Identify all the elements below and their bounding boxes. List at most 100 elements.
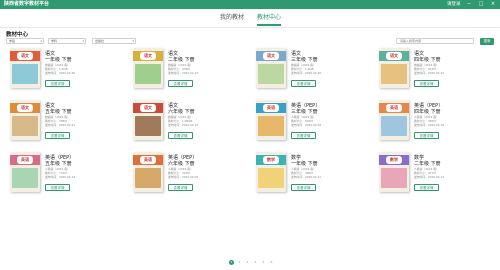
textbook-cover[interactable]: 数学 [256,152,286,192]
textbook-card[interactable]: 语文 语文 五年级 下册 统编版（2019 版） 教材大小：758M 发布时间：2020.… [5,100,125,144]
textbook-cover[interactable]: 语文 [10,100,40,140]
cover-title: 数学 [263,156,279,164]
textbook-date: 发布时间：2020.02.09 [168,175,198,179]
page-1[interactable]: 1 [229,260,234,265]
textbook-date: 发布时间：2020.02.26 [45,71,75,75]
view-details-button[interactable]: 查看详情 [168,80,193,87]
page-6[interactable]: 6 [269,260,274,265]
textbook-date: 发布时间：2020.02.22 [414,71,444,75]
page-title: 教材中心 [6,32,29,38]
textbook-info: 数学 一年级 下册 人教版（2019 版） 教材大小：460M 发布时间：2020.02… [291,155,371,179]
minimize-icon[interactable]: − [466,0,472,9]
textbook-info: 语文 三年级 下册 统编版（2019 版） 教材大小：1.6GB 发布时间：2020.0… [291,51,371,75]
tab-my-textbooks[interactable]: 我的教材 [220,13,244,23]
cover-title: 语文 [17,104,33,112]
page-4[interactable]: 4 [253,260,258,265]
view-details-button[interactable]: 查看详情 [414,80,439,87]
textbook-card[interactable]: 语文 语文 六年级 下册 统编版（2019 版） 教材大小：1.08GB 发布时间：202… [128,100,248,144]
cover-illustration [258,64,284,84]
app-title: 陕西省数字教材平台 [4,1,50,7]
textbook-grid: 语文 语文 一年级 下册 统编版（2019 版） 教材大小：1.3GB 发布时间：2020… [0,48,500,248]
textbook-info: 语文 一年级 下册 统编版（2019 版） 教材大小：1.3GB 发布时间：2020.0… [45,51,125,75]
view-details-button[interactable]: 查看详情 [291,80,316,87]
login-link[interactable]: 请登录 [447,0,461,9]
textbook-cover[interactable]: 英语 [133,152,163,192]
textbook-card[interactable]: 语文 语文 四年级 下册 统编版（2019 版） 教材大小：915M 发布时间：2020.… [374,48,494,92]
view-details-button[interactable]: 查看详情 [45,184,70,191]
cover-title: 语文 [140,104,156,112]
cover-title: 数学 [386,156,402,164]
tab-textbook-center[interactable]: 教材中心 [257,13,281,23]
textbook-card[interactable]: 英语 英语（PEP） 五年级 下册 人教版（2019 版） 教材大小：772M 发布时间：… [5,152,125,196]
cover-title: 英语 [140,156,156,164]
cover-title: 英语 [386,104,402,112]
chevron-down-icon: ▾ [132,39,134,43]
textbook-date: 发布时间：2020.02.09 [291,123,321,127]
textbook-info: 语文 五年级 下册 统编版（2019 版） 教材大小：758M 发布时间：2020.02… [45,103,125,127]
textbook-info: 数学 二年级 下册 人教版（2019 版） 教材大小：477M 发布时间：2020.02… [414,155,494,179]
page-3[interactable]: 3 [245,260,250,265]
textbook-cover[interactable]: 英语 [256,100,286,140]
textbook-date: 发布时间：2020.02.13 [414,175,444,179]
view-details-button[interactable]: 查看详情 [414,184,439,191]
textbook-card[interactable]: 英语 英语（PEP） 四年级 下册 人教版（2019 版） 教材大小：382M 发布时间：… [374,100,494,144]
filter-publisher-select[interactable]: 出版社 ▾ [92,38,136,44]
view-details-button[interactable]: 查看详情 [168,184,193,191]
chevron-down-icon: ▾ [40,39,42,43]
main-tabs: 我的教材 教材中心 [0,13,500,26]
textbook-date: 发布时间：2020.02.21 [45,123,75,127]
textbook-card[interactable]: 语文 语文 二年级 下册 统编版（2019 版） 教材大小：978M 发布时间：2020.… [128,48,248,92]
textbook-cover[interactable]: 英语 [10,152,40,192]
textbook-info: 英语（PEP） 六年级 下册 人教版（2019 版） 教材大小：315M 发布时间：20… [168,155,248,179]
textbook-date: 发布时间：2020.02.18 [414,123,444,127]
textbook-date: 发布时间：2020.02.23 [168,123,198,127]
view-details-button[interactable]: 查看详情 [291,132,316,139]
textbook-cover[interactable]: 数学 [379,152,409,192]
cover-title: 英语 [17,156,33,164]
textbook-card[interactable]: 语文 语文 一年级 下册 统编版（2019 版） 教材大小：1.3GB 发布时间：2020… [5,48,125,92]
cover-illustration [258,168,284,188]
title-bar: 陕西省数字教材平台 请登录 − □ × [0,0,500,9]
cover-illustration [258,116,284,136]
window-controls: − □ × [466,0,496,9]
cover-illustration [12,64,38,84]
textbook-card[interactable]: 语文 语文 三年级 下册 统编版（2019 版） 教材大小：1.6GB 发布时间：2020… [251,48,371,92]
textbook-info: 英语（PEP） 三年级 下册 人教版（2019 版） 教材大小：500M 发布时间：20… [291,103,371,127]
cover-illustration [381,64,407,84]
search-button[interactable]: 搜索 [480,37,494,45]
search-input[interactable] [396,38,474,44]
textbook-date: 发布时间：2020.02.21 [291,175,321,179]
textbook-cover[interactable]: 语文 [133,48,163,88]
cover-illustration [381,116,407,136]
textbook-card[interactable]: 英语 英语（PEP） 六年级 下册 人教版（2019 版） 教材大小：315M 发布时间：… [128,152,248,196]
cover-illustration [12,116,38,136]
page-5[interactable]: 5 [261,260,266,265]
cover-title: 语文 [263,52,279,60]
textbook-cover[interactable]: 英语 [379,100,409,140]
close-icon[interactable]: × [490,0,496,9]
textbook-card[interactable]: 数学 数学 一年级 下册 人教版（2019 版） 教材大小：460M 发布时间：2020.… [251,152,371,196]
textbook-date: 发布时间：2020.02.20 [291,71,321,75]
filter-subject-select[interactable]: 学科 ▾ [48,38,86,44]
textbook-cover[interactable]: 语文 [256,48,286,88]
pagination: 1 2 3 4 5 6 [229,260,274,265]
textbook-date: 发布时间：2020.02.14 [45,175,75,179]
textbook-card[interactable]: 英语 英语（PEP） 三年级 下册 人教版（2019 版） 教材大小：500M 发布时间：… [251,100,371,144]
cover-illustration [135,64,161,84]
page-2[interactable]: 2 [237,260,242,265]
cover-title: 语文 [386,52,402,60]
view-details-button[interactable]: 查看详情 [291,184,316,191]
textbook-info: 语文 六年级 下册 统编版（2019 版） 教材大小：1.08GB 发布时间：2020.… [168,103,248,127]
view-details-button[interactable]: 查看详情 [168,132,193,139]
textbook-cover[interactable]: 语文 [133,100,163,140]
textbook-cover[interactable]: 语文 [379,48,409,88]
active-tab-indicator [257,24,281,26]
maximize-icon[interactable]: □ [478,0,484,9]
textbook-cover[interactable]: 语文 [10,48,40,88]
view-details-button[interactable]: 查看详情 [45,132,70,139]
view-details-button[interactable]: 查看详情 [414,132,439,139]
tabs-divider [0,27,500,28]
filter-stage-select[interactable]: 学段 ▾ [6,38,44,44]
view-details-button[interactable]: 查看详情 [45,80,70,87]
textbook-card[interactable]: 数学 数学 二年级 下册 人教版（2019 版） 教材大小：477M 发布时间：2020.… [374,152,494,196]
